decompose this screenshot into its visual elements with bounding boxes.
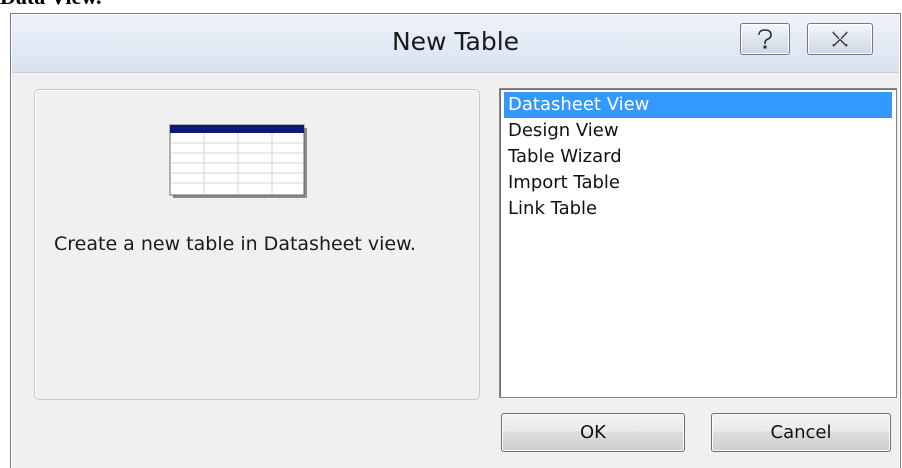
ok-button[interactable]: OK xyxy=(501,413,685,452)
list-item-table-wizard[interactable]: Table Wizard xyxy=(504,144,892,170)
list-item-import-table[interactable]: Import Table xyxy=(504,170,892,196)
list-item-design-view[interactable]: Design View xyxy=(504,118,892,144)
preview-panel: Create a new table in Datasheet view. xyxy=(34,89,480,400)
cancel-button[interactable]: Cancel xyxy=(711,413,891,452)
description-text: Create a new table in Datasheet view. xyxy=(54,233,416,255)
new-table-dialog: New Table Create a new table in Datashee… xyxy=(10,13,901,468)
question-mark-icon xyxy=(758,29,772,49)
screenshot-stage: Data View. New Table xyxy=(0,0,902,468)
table-type-listbox[interactable]: Datasheet View Design View Table Wizard … xyxy=(499,88,897,398)
list-item-link-table[interactable]: Link Table xyxy=(504,196,892,222)
background-heading-text: Data View. xyxy=(0,0,101,10)
list-item-datasheet-view[interactable]: Datasheet View xyxy=(504,92,892,118)
close-button[interactable] xyxy=(807,23,873,55)
datasheet-table-icon xyxy=(169,124,307,198)
help-button[interactable] xyxy=(740,23,790,55)
dialog-titlebar[interactable]: New Table xyxy=(12,15,899,73)
close-x-icon xyxy=(832,31,848,47)
